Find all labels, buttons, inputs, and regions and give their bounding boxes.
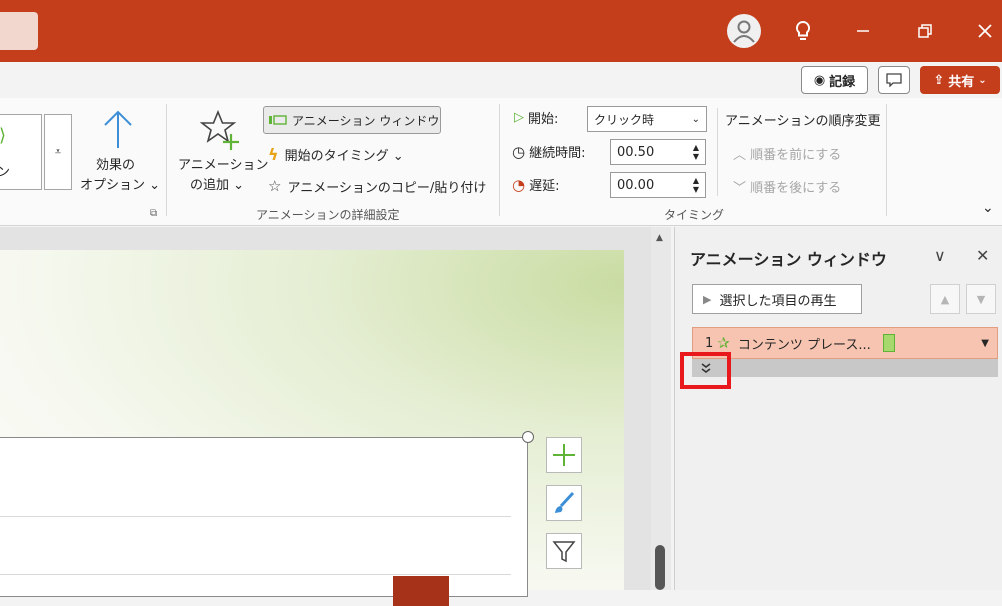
start-select[interactable]: クリック時 ⌄ <box>587 106 707 132</box>
search-box[interactable] <box>0 12 38 50</box>
item-dropdown-icon[interactable]: ▼ <box>981 338 989 349</box>
ribbon-separator <box>886 104 887 216</box>
spinner-arrows-icon[interactable]: ▲ ▼ <box>693 176 699 194</box>
close-window-icon[interactable] <box>968 14 1002 48</box>
scroll-up-icon[interactable]: ▲ <box>656 233 663 243</box>
close-pane-icon[interactable]: ✕ <box>976 246 989 265</box>
share-icon: ⇪ <box>933 72 945 88</box>
trigger-button[interactable]: ϟ 開始のタイミング ⌄ <box>268 142 404 166</box>
animation-list-item[interactable]: 1 ✰ コンテンツ プレース... ▼ <box>692 327 998 359</box>
brush-icon <box>555 491 575 513</box>
comments-button[interactable] <box>878 66 910 94</box>
chevron-down-icon: ⩡ <box>54 145 62 158</box>
user-icon <box>733 20 755 43</box>
animation-gallery[interactable]: ⟩ ン <box>0 114 42 190</box>
delay-clock-icon: ◔ <box>512 175 526 194</box>
share-button[interactable]: ⇪ 共有 ⌄ <box>920 66 1000 94</box>
account-avatar[interactable] <box>727 14 761 48</box>
lightbulb-icon[interactable] <box>786 14 820 48</box>
scrollbar-thumb[interactable] <box>655 545 665 590</box>
advanced-animation-group-label: アニメーションの詳細設定 <box>256 208 400 222</box>
delay-label: ◔ 遅延: <box>512 175 560 195</box>
ribbon-separator <box>499 104 500 216</box>
start-label: ▷ 開始: <box>514 110 559 127</box>
duration-input[interactable]: 00.50 ▲ ▼ <box>610 139 706 165</box>
chevron-down-icon: ⌄ <box>691 113 700 125</box>
pane-options-icon[interactable]: ∨ <box>934 246 946 265</box>
minimize-icon[interactable] <box>846 14 880 48</box>
animation-star-icon: ⟩ <box>0 125 6 146</box>
painter-star-icon: ☆ <box>268 177 282 195</box>
entrance-star-icon: ✰ <box>717 334 730 352</box>
reorder-title: アニメーションの順序変更 <box>725 114 881 129</box>
add-animation-button[interactable]: アニメーション の追加 ⌄ <box>176 104 268 204</box>
triangle-down-icon: ▼ <box>976 292 986 306</box>
restore-icon[interactable] <box>908 14 942 48</box>
gallery-more-button[interactable]: ⩡ <box>44 114 72 190</box>
move-up-button[interactable]: ▲ <box>930 284 960 314</box>
lightning-icon: ϟ <box>268 144 279 164</box>
vertical-scrollbar[interactable]: ▲ <box>651 227 671 590</box>
ribbon-separator <box>717 108 718 196</box>
record-button[interactable]: ◉ 記録 <box>801 66 868 94</box>
animation-pane-title: アニメーション ウィンドウ <box>690 250 887 269</box>
animation-pane-icon <box>269 115 287 125</box>
move-earlier-button[interactable]: ︿ 順番を前にする <box>733 144 841 163</box>
collapse-ribbon-icon[interactable]: ⌄ <box>982 200 994 216</box>
add-star-icon <box>199 109 239 150</box>
chart-styles-button[interactable] <box>546 485 582 521</box>
duration-label: ◷ 継続時間: <box>512 142 586 162</box>
filter-icon <box>552 541 576 563</box>
play-icon: ▶ <box>703 292 712 306</box>
chart-filters-button[interactable] <box>546 533 582 569</box>
chevron-down-icon: ⌄ <box>978 74 987 86</box>
timing-group-label: タイミング <box>664 208 725 222</box>
chart-gridline <box>0 574 511 575</box>
timeline-bar <box>882 334 895 352</box>
chart-bar <box>393 576 449 606</box>
record-icon: ◉ <box>813 72 826 88</box>
arrow-up-icon <box>104 110 132 148</box>
spinner-arrows-icon[interactable]: ▲ ▼ <box>693 143 699 161</box>
comment-icon <box>886 73 902 87</box>
animation-painter-button[interactable]: ☆ アニメーションのコピー/貼り付け <box>268 174 486 198</box>
move-later-button[interactable]: ﹀ 順番を後にする <box>733 177 841 196</box>
dialog-launcher-icon[interactable]: ⧉ <box>150 208 157 219</box>
delay-input[interactable]: 00.00 ▲ ▼ <box>610 172 706 198</box>
move-down-button[interactable]: ▼ <box>966 284 996 314</box>
effect-options-button[interactable]: 効果の オプション ⌄ <box>80 104 160 204</box>
resize-handle[interactable] <box>522 431 534 443</box>
content-placeholder[interactable] <box>0 437 528 606</box>
expand-row <box>692 359 998 377</box>
chart-gridline <box>0 516 511 517</box>
play-selected-button[interactable]: ▶ 選択した項目の再生 <box>692 284 862 314</box>
ribbon-separator <box>166 104 167 216</box>
chevron-down-icon: ﹀ <box>733 181 747 196</box>
chevron-up-icon: ︿ <box>733 148 747 163</box>
animation-pane <box>674 227 1002 590</box>
plus-icon <box>553 444 575 466</box>
clock-icon: ◷ <box>512 142 526 161</box>
play-icon: ▷ <box>514 110 524 125</box>
highlight-box <box>680 352 731 389</box>
animation-pane-button[interactable]: アニメーション ウィンドウ <box>263 106 441 134</box>
chart-elements-button[interactable] <box>546 437 582 473</box>
triangle-up-icon: ▲ <box>940 292 950 306</box>
